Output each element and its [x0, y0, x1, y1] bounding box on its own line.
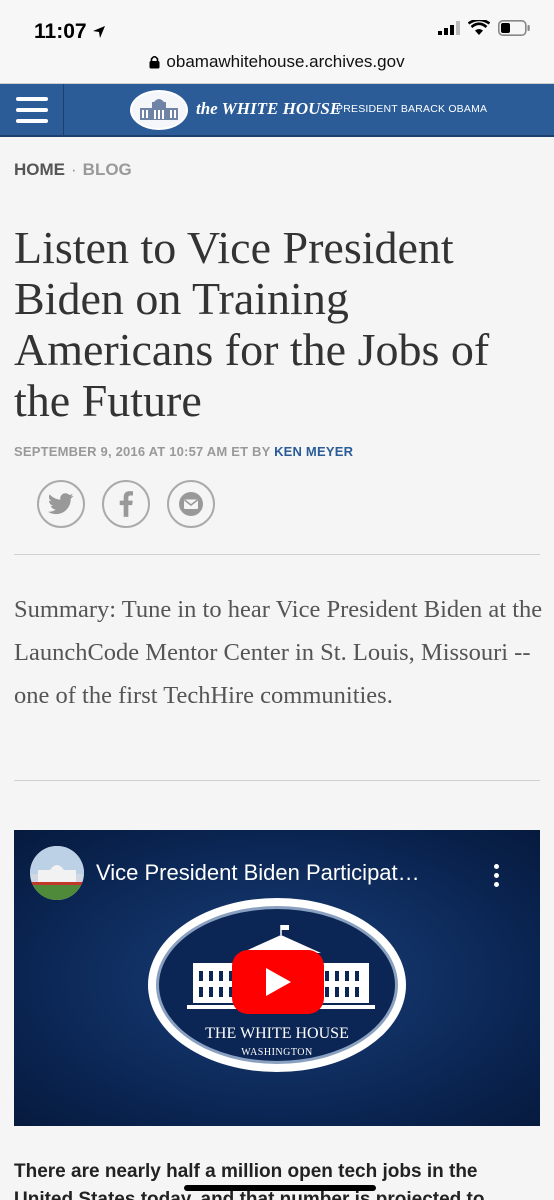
breadcrumb-blog[interactable]: BLOG	[83, 160, 132, 179]
channel-avatar[interactable]	[30, 846, 84, 900]
twitter-icon	[48, 493, 74, 515]
signal-icon	[438, 21, 460, 35]
wifi-icon	[468, 20, 490, 35]
article-summary: Summary: Tune in to hear Vice President …	[14, 596, 543, 709]
youtube-video-embed[interactable]: Vice President Biden Participat… THE WHI…	[14, 830, 540, 1126]
divider	[14, 554, 540, 555]
body-line: There are nearly half a million open tec…	[14, 1161, 478, 1182]
video-title[interactable]: Vice President Biden Participat…	[96, 860, 420, 886]
play-icon	[266, 968, 291, 996]
logo-text: THE WHITE HOUSE	[205, 1025, 349, 1042]
site-header: the WHITE HOUSE PRESIDENT BARACK OBAMA	[0, 84, 554, 137]
site-subtitle: PRESIDENT BARACK OBAMA	[336, 103, 488, 115]
logo-subtext: WASHINGTON	[241, 1047, 313, 1058]
divider	[14, 780, 540, 781]
status-indicators	[438, 20, 530, 36]
facebook-share-button[interactable]	[102, 480, 150, 528]
white-house-seal-icon[interactable]	[130, 90, 188, 130]
email-icon	[179, 492, 203, 516]
battery-icon	[498, 20, 530, 36]
facebook-icon	[119, 491, 133, 517]
menu-button[interactable]	[0, 84, 64, 135]
article-byline: SEPTEMBER 9, 2016 AT 10:57 AM ET BY KEN …	[14, 444, 353, 459]
browser-url-bar[interactable]: obamawhitehouse.archives.gov	[0, 46, 554, 84]
article-title: Listen to Vice President Biden on Traini…	[14, 222, 490, 426]
site-brand[interactable]: the WHITE HOUSE	[196, 99, 341, 119]
lock-icon	[149, 55, 160, 69]
breadcrumb-home[interactable]: HOME	[14, 160, 65, 179]
breadcrumb: HOME · BLOG	[14, 160, 132, 180]
email-share-button[interactable]	[167, 480, 215, 528]
video-menu-icon[interactable]	[494, 864, 500, 891]
article-date: SEPTEMBER 9, 2016 AT 10:57 AM ET BY	[14, 444, 271, 459]
status-time: 11:07	[34, 20, 87, 43]
url-text: obamawhitehouse.archives.gov	[166, 52, 405, 71]
author-link[interactable]: KEN MEYER	[274, 444, 353, 459]
breadcrumb-separator: ·	[71, 160, 77, 179]
status-bar: 11:07	[0, 0, 554, 46]
twitter-share-button[interactable]	[37, 480, 85, 528]
article-body: There are nearly half a million open tec…	[14, 1158, 554, 1200]
location-arrow-icon	[93, 26, 105, 38]
home-indicator[interactable]	[184, 1185, 376, 1191]
play-button[interactable]	[232, 950, 324, 1014]
